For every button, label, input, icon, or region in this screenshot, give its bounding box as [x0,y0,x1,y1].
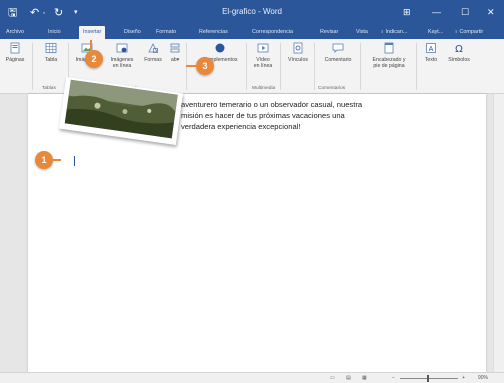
tell-me-search[interactable]: ♀ Indican... [380,26,407,39]
tab-inicio[interactable]: Inicio [48,26,61,39]
document-page[interactable] [28,94,486,372]
links-button[interactable]: Vínculos [284,42,312,63]
share-button[interactable]: ♀ Compartir [454,26,483,39]
zoom-slider-thumb[interactable] [427,375,429,382]
online-images-button[interactable]: Imágenes en línea [106,42,138,69]
header-footer-label-2: pie de página [373,63,405,69]
tab-archivo[interactable]: Archivo [6,26,24,39]
shapes-icon [148,43,158,53]
link-icon [293,42,303,54]
window-title: El-grafico - Word [222,7,282,16]
zoom-slider[interactable] [400,378,458,379]
comment-button[interactable]: Comentario [318,42,358,63]
zoom-out-button[interactable]: − [392,374,395,383]
header-footer-button[interactable]: Encabezado y pie de página [364,42,414,69]
text-box-icon: A [426,43,436,53]
table-button[interactable]: Tabla [38,42,64,63]
callout-3: 3 [196,57,214,75]
group-label-multimedia: Multimedia [252,86,276,91]
document-paragraph[interactable]: aventurero temerario o un observador cas… [181,99,431,132]
callout-2: 2 [85,50,103,68]
callout-2-pointer [90,40,92,50]
zoom-in-button[interactable]: + [462,374,465,383]
online-image-icon [116,43,128,53]
maximize-button[interactable]: ☐ [461,6,469,18]
callout-1: 1 [35,151,53,169]
tab-revisar[interactable]: Revisar [320,26,338,39]
smartart-button[interactable]: ab▾ [168,42,182,63]
minimize-button[interactable]: — [432,6,441,18]
separator [280,43,281,90]
print-layout-icon[interactable]: ▤ [346,374,351,383]
store-icon [215,43,225,53]
svg-text:Ω: Ω [455,44,463,54]
smartart-icon [170,43,180,53]
title-bar: 🖫 ↶ · ↻ ▾ El-grafico - Word ⊞ — ☐ ✕ [0,0,504,26]
omega-icon: Ω [455,44,463,54]
smartart-label: ab▾ [170,57,180,63]
zoom-level[interactable]: 90% [478,374,488,383]
links-label: Vínculos [288,57,308,63]
online-images-label-2: en línea [112,63,132,69]
separator [314,43,315,90]
symbols-label: Símbolos [448,57,470,63]
separator [32,43,33,90]
group-label-tables: Tablas [42,86,56,91]
close-button[interactable]: ✕ [487,6,495,18]
symbols-button[interactable]: Ω Símbolos [444,42,474,63]
comment-icon [332,43,344,53]
paragraph-line-1: aventurero temerario o un observador cas… [181,100,363,109]
pages-icon [10,42,20,54]
paragraph-line-2: misión es hacer de tus próximas vacacion… [181,111,345,120]
user-name[interactable]: Kayt... [428,26,443,39]
tab-diseno[interactable]: Diseño [124,26,141,39]
header-footer-icon [384,42,394,54]
pages-button[interactable]: Páginas [4,42,26,63]
online-video-label-2: en línea [253,63,273,69]
tab-insertar[interactable]: Insertar [79,26,106,39]
word-window: 🖫 ↶ · ↻ ▾ El-grafico - Word ⊞ — ☐ ✕ Arch… [0,0,504,383]
callout-1-pointer [53,159,61,161]
web-layout-icon[interactable]: ▦ [362,374,367,383]
ribbon-tabs: Archivo Inicio Insertar Diseño Formato R… [0,26,504,39]
status-bar: ▭ ▤ ▦ − + 90% [0,372,504,383]
tab-formato[interactable]: Formato [156,26,176,39]
ribbon-display-options-icon[interactable]: ⊞ [403,6,411,18]
separator [416,43,417,90]
text-cursor [74,156,75,166]
online-video-button[interactable]: Vídeo en línea [250,42,276,69]
comment-label: Comentario [324,57,352,63]
group-label-comments: Comentarios [318,86,346,91]
table-label: Tabla [44,57,58,63]
vertical-scrollbar[interactable] [493,94,504,372]
tab-referencias[interactable]: Referencias [199,26,228,39]
tab-vista[interactable]: Vista [356,26,368,39]
separator [246,43,247,90]
read-mode-icon[interactable]: ▭ [330,374,335,383]
separator [360,43,361,90]
shapes-button[interactable]: Formas [140,42,166,63]
tab-correspondencia[interactable]: Correspondencia [252,26,293,39]
text-button[interactable]: A Texto [420,42,442,63]
text-label: Texto [424,57,438,63]
paragraph-line-3: verdadera experiencia excepcional! [181,122,301,131]
table-icon [45,43,57,53]
pages-label: Páginas [5,57,25,63]
shapes-label: Formas [144,57,162,63]
video-icon [257,43,269,53]
callout-3-pointer [186,65,196,67]
svg-text:A: A [429,46,434,53]
